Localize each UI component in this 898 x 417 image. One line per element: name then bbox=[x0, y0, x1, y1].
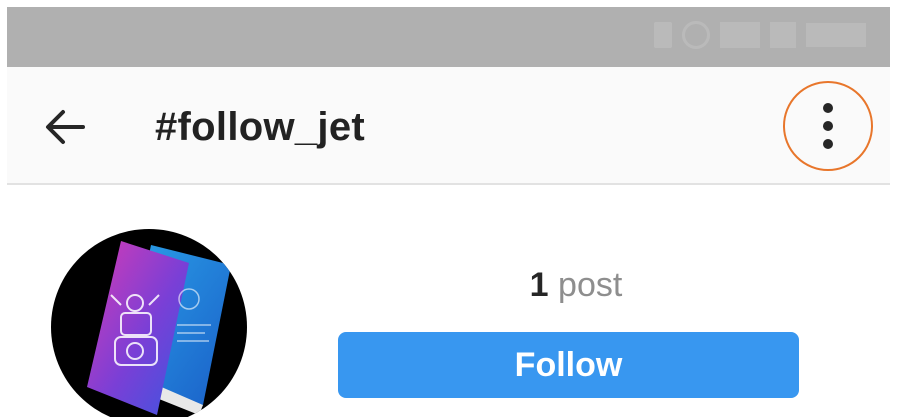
posts-count: 1 post bbox=[345, 265, 807, 305]
more-options-button[interactable] bbox=[783, 81, 873, 171]
notification-icon bbox=[654, 22, 672, 48]
follow-button[interactable]: Follow bbox=[338, 332, 799, 398]
more-vertical-icon bbox=[823, 103, 833, 113]
status-bar bbox=[7, 7, 890, 67]
status-icons bbox=[654, 21, 866, 49]
arrow-left-icon bbox=[46, 110, 85, 144]
alarm-icon bbox=[682, 21, 710, 49]
back-button[interactable] bbox=[43, 105, 87, 149]
post-count-value: 1 bbox=[529, 266, 549, 304]
phone-app-image bbox=[87, 241, 231, 415]
post-count-label: post bbox=[558, 266, 623, 304]
screen: #follow_jet 1 post Follow bbox=[7, 7, 890, 417]
follow-button-label: Follow bbox=[514, 345, 623, 384]
page-title: #follow_jet bbox=[155, 105, 365, 149]
signal-icon bbox=[770, 22, 796, 48]
battery-icon bbox=[806, 23, 866, 47]
app-header: #follow_jet bbox=[7, 67, 890, 185]
hashtag-avatar[interactable] bbox=[51, 229, 247, 417]
wifi-icon bbox=[720, 22, 760, 48]
